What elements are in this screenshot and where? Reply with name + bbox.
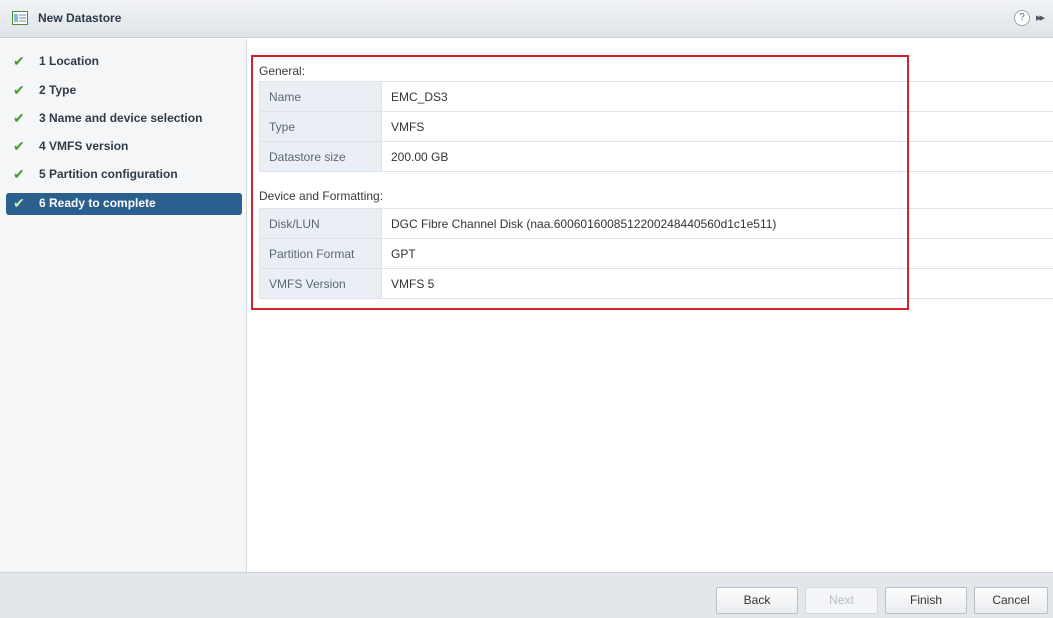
step-location[interactable]: ✔ 1 Location [6, 51, 242, 73]
general-section-title: General: [259, 64, 306, 78]
cancel-button[interactable]: Cancel [974, 587, 1048, 614]
step-name-and-device-selection[interactable]: ✔ 3 Name and device selection [6, 108, 242, 130]
check-icon: ✔ [13, 110, 25, 126]
disk-lun-key: Disk/LUN [259, 208, 382, 239]
check-icon: ✔ [13, 195, 25, 211]
table-row: VMFS Version VMFS 5 [259, 268, 1053, 299]
step-type[interactable]: ✔ 2 Type [6, 80, 242, 102]
vmfs-version-key: VMFS Version [259, 268, 382, 299]
datastore-size-value: 200.00 GB [381, 141, 1053, 172]
table-row: Datastore size 200.00 GB [259, 141, 1053, 172]
help-icon[interactable]: ? [1014, 10, 1030, 26]
vmfs-version-value: VMFS 5 [381, 268, 1053, 299]
back-button[interactable]: Back [716, 587, 798, 614]
step-label: 4 VMFS version [39, 139, 129, 153]
step-partition-configuration[interactable]: ✔ 5 Partition configuration [6, 164, 242, 186]
table-row: Name EMC_DS3 [259, 81, 1053, 112]
dialog-footer: Back Next Finish Cancel [0, 572, 1053, 618]
table-row: Partition Format GPT [259, 238, 1053, 269]
check-icon: ✔ [13, 82, 25, 98]
next-button[interactable]: Next [805, 587, 878, 614]
partition-format-value: GPT [381, 238, 1053, 269]
device-section-title: Device and Formatting: [259, 189, 384, 203]
dialog-title: New Datastore [38, 11, 122, 25]
dialog-titlebar: New Datastore ? ▸▸ [0, 0, 1053, 38]
device-table: Disk/LUN DGC Fibre Channel Disk (naa.600… [259, 208, 1053, 299]
step-label: 6 Ready to complete [39, 196, 156, 210]
check-icon: ✔ [13, 138, 25, 154]
step-vmfs-version[interactable]: ✔ 4 VMFS version [6, 136, 242, 158]
name-value: EMC_DS3 [381, 81, 1053, 112]
step-label: 3 Name and device selection [39, 111, 203, 125]
type-key: Type [259, 111, 382, 142]
check-icon: ✔ [13, 53, 25, 69]
wizard-steps-sidebar: ✔ 1 Location ✔ 2 Type ✔ 3 Name and devic… [0, 39, 247, 572]
table-row: Type VMFS [259, 111, 1053, 142]
datastore-icon [12, 11, 28, 25]
step-label: 5 Partition configuration [39, 167, 178, 181]
step-ready-to-complete[interactable]: ✔ 6 Ready to complete [6, 193, 242, 215]
expand-icon[interactable]: ▸▸ [1036, 11, 1045, 24]
general-table: Name EMC_DS3 Type VMFS Datastore size 20… [259, 81, 1053, 172]
type-value: VMFS [381, 111, 1053, 142]
step-label: 2 Type [39, 83, 77, 97]
disk-lun-value: DGC Fibre Channel Disk (naa.600601600851… [381, 208, 1053, 239]
datastore-size-key: Datastore size [259, 141, 382, 172]
table-row: Disk/LUN DGC Fibre Channel Disk (naa.600… [259, 208, 1053, 239]
finish-button[interactable]: Finish [885, 587, 967, 614]
partition-format-key: Partition Format [259, 238, 382, 269]
name-key: Name [259, 81, 382, 112]
check-icon: ✔ [13, 166, 25, 182]
step-label: 1 Location [39, 54, 100, 68]
